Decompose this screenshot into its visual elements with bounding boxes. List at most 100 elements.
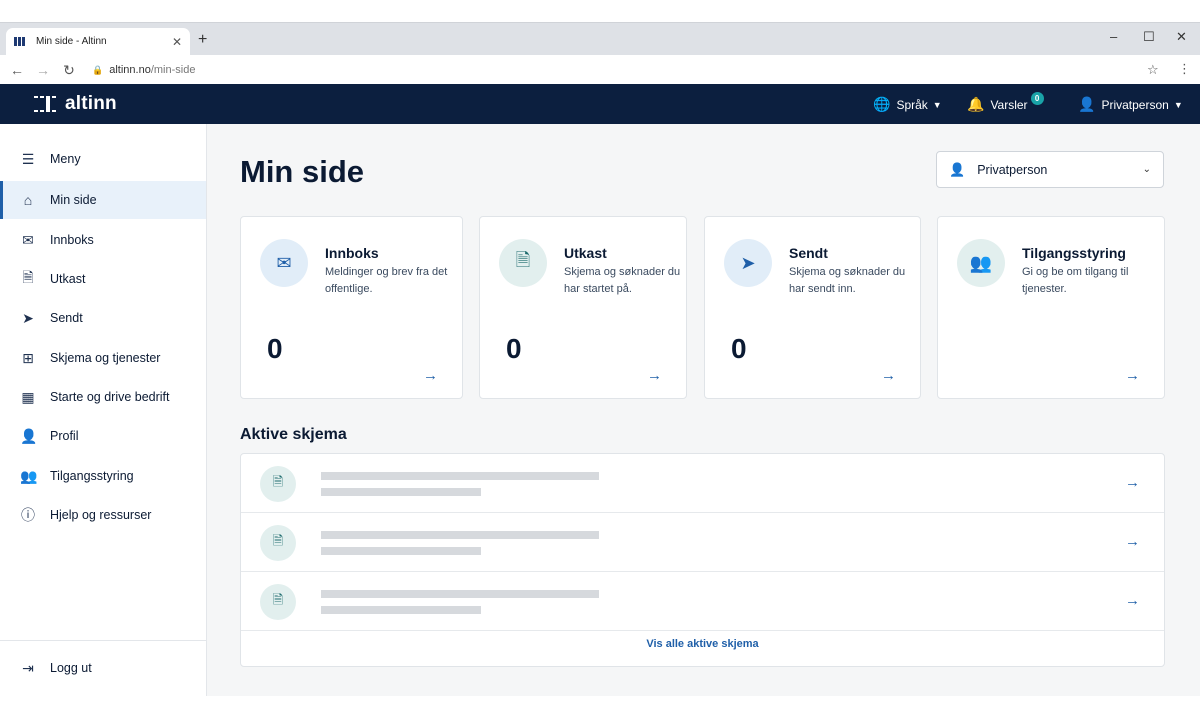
send-icon: ➤ [724, 239, 772, 287]
card-count: 0 [731, 333, 747, 364]
list-item[interactable]: 🗎 → [241, 572, 1164, 631]
sidebar-item-innboks[interactable]: ✉ Innboks [0, 221, 206, 259]
sidebar-item-label: Tilgangsstyring [50, 469, 134, 483]
arrow-right-icon[interactable]: → [1125, 367, 1140, 384]
sidebar-item-label: Hjelp og ressurser [50, 508, 152, 522]
card-description: Meldinger og brev fra det offentlige. [325, 266, 448, 295]
browser-menu-icon[interactable]: ⋮ [1178, 61, 1191, 77]
document-icon: 🗎 [260, 525, 296, 561]
sidebar-item-sendt[interactable]: ➤ Sendt [0, 299, 206, 337]
chevron-down-icon: ⌄ [1142, 164, 1151, 175]
skeleton-line [321, 590, 599, 598]
mail-icon: ✉ [260, 239, 308, 287]
sidebar-item-bedrift[interactable]: ▦ Starte og drive bedrift [0, 378, 206, 416]
sidebar-divider [0, 640, 206, 641]
sidebar-item-label: Innboks [50, 233, 94, 247]
chevron-down-icon: ▼ [1173, 99, 1183, 110]
url-domain: altinn.no [109, 64, 151, 76]
document-icon: 🗎 [260, 466, 296, 502]
profile-button[interactable]: 👤 Privatperson ▼ [1078, 96, 1183, 113]
card-utkast[interactable]: 🗎 Utkast Skjema og søknader du har start… [479, 216, 687, 399]
card-count: 0 [267, 333, 283, 364]
language-button[interactable]: 🌐 Språk ▼ [873, 96, 942, 113]
show-all-active-forms-link[interactable]: Vis alle aktive skjema [241, 638, 1164, 650]
tab-close-icon[interactable]: ✕ [172, 35, 182, 49]
notifications-label: Varsler [990, 97, 1028, 112]
altinn-logo-mark-icon [34, 96, 56, 112]
people-icon: 👥 [957, 239, 1005, 287]
profile-label: Privatperson [1101, 97, 1169, 112]
skeleton-line [321, 547, 481, 555]
person-icon: 👤 [20, 427, 38, 444]
sidebar-item-hjelp[interactable]: ⓘ Hjelp og ressurser [0, 496, 206, 534]
person-icon: 👤 [1078, 96, 1096, 112]
arrow-right-icon[interactable]: → [423, 367, 438, 384]
altinn-logo[interactable]: altinn [34, 93, 117, 115]
logout-icon: ⇥ [22, 659, 34, 676]
lock-icon: 🔒 [92, 64, 104, 75]
new-tab-button[interactable]: + [198, 31, 207, 49]
actor-select[interactable]: 👤 Privatperson ⌄ [936, 151, 1164, 188]
card-title: Utkast [564, 245, 607, 261]
notifications-button[interactable]: 🔔 Varsler 0 [967, 92, 1044, 113]
arrow-right-icon[interactable]: → [647, 367, 662, 384]
back-icon[interactable]: ← [4, 62, 30, 78]
reload-icon[interactable]: ↻ [56, 62, 82, 79]
sidebar-item-label: Sendt [50, 311, 83, 325]
send-icon: ➤ [22, 309, 34, 326]
arrow-right-icon[interactable]: → [881, 367, 896, 384]
list-item[interactable]: 🗎 → [241, 454, 1164, 513]
card-innboks[interactable]: ✉ Innboks Meldinger og brev fra det offe… [240, 216, 463, 399]
mail-icon: ✉ [22, 231, 34, 248]
grid-icon: ⊞ [22, 349, 34, 366]
card-tilgangsstyring[interactable]: 👥 Tilgangsstyring Gi og be om tilgang ti… [937, 216, 1165, 399]
card-sendt[interactable]: ➤ Sendt Skjema og søknader du har sendt … [704, 216, 921, 399]
sidebar-item-min-side[interactable]: ⌂ Min side [0, 181, 206, 219]
card-description: Gi og be om tilgang til tjenester. [1022, 266, 1129, 295]
browser-tab[interactable]: Min side - Altinn ✕ [6, 28, 190, 55]
skeleton-line [321, 606, 481, 614]
active-forms-title: Aktive skjema [240, 426, 347, 443]
sidebar-item-utkast[interactable]: 🗎 Utkast [0, 260, 206, 298]
logo-text: altinn [65, 93, 117, 114]
sidebar-item-profil[interactable]: 👤 Profil [0, 417, 206, 455]
url-field[interactable]: 🔒 altinn.no/min-side [82, 59, 1170, 81]
minimize-button[interactable]: – [1110, 29, 1117, 44]
sidebar-item-menu[interactable]: ☰ Meny [0, 140, 206, 178]
arrow-right-icon[interactable]: → [1125, 474, 1140, 491]
arrow-right-icon[interactable]: → [1125, 592, 1140, 609]
bell-icon: 🔔 [967, 96, 985, 112]
maximize-button[interactable]: ☐ [1143, 29, 1155, 45]
person-icon: 👤 [949, 161, 966, 177]
sidebar-item-label: Utkast [50, 272, 86, 286]
chevron-down-icon: ▼ [932, 99, 942, 110]
bookmark-star-icon[interactable]: ☆ [1147, 62, 1159, 78]
sidebar-item-skjema[interactable]: ⊞ Skjema og tjenester [0, 339, 206, 377]
sidebar-item-label: Skjema og tjenester [50, 351, 161, 365]
building-icon: ▦ [21, 388, 35, 405]
url-path: /min-side [150, 64, 196, 76]
sidebar-item-label: Profil [50, 429, 79, 443]
card-title: Sendt [789, 245, 828, 261]
card-count: 0 [506, 333, 522, 364]
globe-icon: 🌐 [873, 96, 891, 112]
altinn-favicon-icon [14, 37, 28, 46]
list-item[interactable]: 🗎 → [241, 513, 1164, 572]
sidebar-item-label: Starte og drive bedrift [50, 390, 170, 404]
document-icon: 🗎 [260, 584, 296, 620]
close-window-button[interactable]: ✕ [1176, 29, 1187, 45]
people-icon: 👥 [20, 467, 38, 484]
actor-select-value: Privatperson [977, 162, 1048, 177]
active-forms-list: 🗎 → 🗎 → 🗎 → Vis alle aktive skjema [240, 453, 1165, 667]
forward-icon[interactable]: → [30, 62, 56, 78]
sidebar-item-tilgangsstyring[interactable]: 👥 Tilgangsstyring [0, 457, 206, 495]
logout-label: Logg ut [50, 661, 92, 675]
app-header: altinn 🌐 Språk ▼ 🔔 Varsler 0 👤 Privatper… [0, 84, 1200, 124]
skeleton-line [321, 531, 599, 539]
logout-button[interactable]: ⇥ Logg ut [0, 649, 206, 687]
main-content: Min side 👤 Privatperson ⌄ ✉ Innboks Meld… [207, 124, 1200, 696]
skeleton-line [321, 472, 599, 480]
arrow-right-icon[interactable]: → [1125, 533, 1140, 550]
notifications-badge: 0 [1030, 92, 1044, 105]
page-title: Min side [240, 154, 365, 189]
